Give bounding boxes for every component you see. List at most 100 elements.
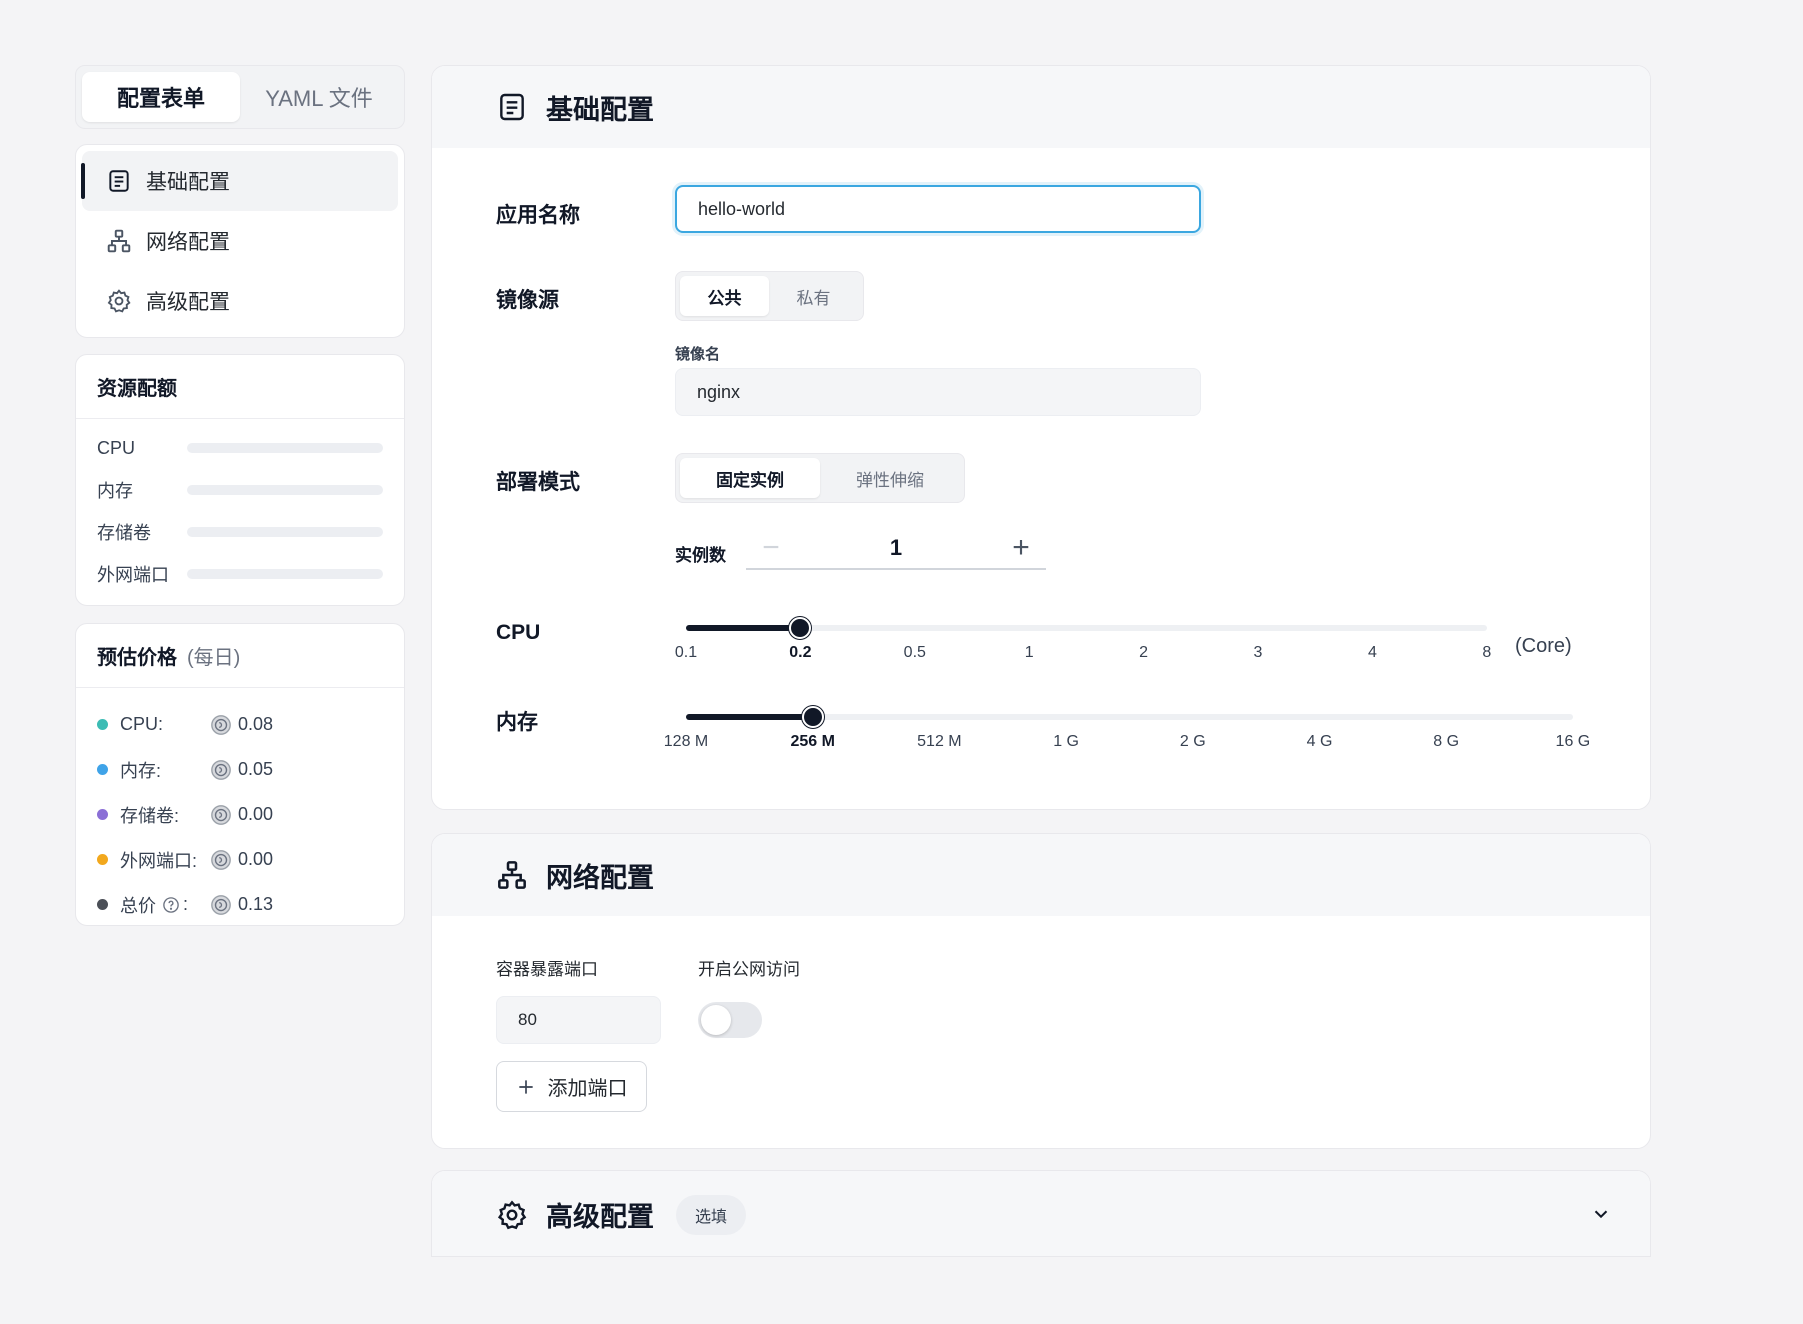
basic-config-section: 基础配置 应用名称 hello-world 镜像源 公共 私有 镜像名 ngin… [431,65,1651,810]
cpu-tick-label[interactable]: 2 [1139,644,1148,662]
quota-bar [187,485,383,495]
app-name-input[interactable]: hello-world [675,185,1201,233]
price-label: 内存: [120,760,162,781]
section-title: 基础配置 [546,94,654,125]
section-title: 高级配置 [546,1202,654,1232]
price-row-total: 总价 : 0.13 [76,882,404,927]
series-dot [97,809,108,820]
price-row-storage: 存储卷: 0.00 [76,792,404,837]
quota-row-memory: 内存 [76,469,404,511]
replicas-value[interactable]: 1 [846,528,946,568]
port-input[interactable]: 80 [496,996,661,1044]
document-icon [109,170,129,192]
add-port-button[interactable]: 添加端口 [496,1061,647,1112]
quota-bar [187,443,383,453]
replicas-label: 实例数 [675,546,726,565]
cpu-tick-label[interactable]: 8 [1482,644,1491,662]
quota-label: CPU [97,437,136,458]
slider-thumb[interactable] [789,617,812,639]
network-config-section: 网络配置 容器暴露端口 开启公网访问 80 添加端口 [431,833,1651,1149]
deploy-mode-fixed[interactable]: 固定实例 [680,458,820,498]
estimated-price-card: 预估价格 (每日) CPU: 0.08 内存: 0.05 存储卷: 0.00 外… [75,623,405,926]
slider-thumb[interactable] [801,706,824,728]
tab-config-form[interactable]: 配置表单 [82,72,240,122]
chevron-down-icon[interactable] [1590,1203,1612,1225]
memory-tick-label[interactable]: 8 G [1433,733,1459,751]
section-nav: 基础配置 网络配置 高级配置 [75,144,405,338]
nav-item-network[interactable]: 网络配置 [82,211,398,271]
image-source-private[interactable]: 私有 [769,276,858,316]
cpu-label: CPU [496,621,541,644]
cpu-tick-label[interactable]: 0.1 [675,644,697,662]
price-value: 0.05 [238,759,274,779]
network-icon [498,861,526,889]
price-subtitle: (每日) [187,647,241,669]
memory-tick-label[interactable]: 256 M [790,733,834,751]
cpu-unit: (Core) [1515,635,1572,657]
cpu-tick-label[interactable]: 1 [1025,644,1034,662]
price-value: 0.08 [238,714,274,734]
memory-tick-label[interactable]: 128 M [664,733,708,751]
public-access-label: 开启公网访问 [698,960,800,979]
memory-tick-label[interactable]: 512 M [917,733,961,751]
price-value: 0.00 [238,804,274,824]
toggle-knob [701,1005,731,1035]
section-title: 网络配置 [546,862,654,893]
memory-tick-label[interactable]: 16 G [1556,733,1591,751]
series-dot [97,899,108,910]
price-label: 外网端口: [120,850,198,871]
price-label: 存储卷: [120,805,180,826]
memory-tick-label[interactable]: 2 G [1180,733,1206,751]
price-label: 总价 [120,895,156,916]
nav-label: 高级配置 [146,291,230,314]
app-name-label: 应用名称 [496,204,580,227]
slider-fill [686,714,813,720]
slider-fill [686,625,801,631]
coin-icon [211,804,231,825]
quota-row-cpu: CPU [76,427,404,469]
price-label-suffix: : [183,894,189,914]
increment-button[interactable]: + [996,528,1046,568]
quota-label: 内存 [97,481,133,501]
coin-icon [211,759,231,780]
optional-badge: 选填 [676,1194,747,1235]
nav-item-advanced[interactable]: 高级配置 [82,271,398,331]
advanced-config-header[interactable]: 高级配置 选填 [432,1171,1650,1256]
gear-icon [497,1199,527,1229]
series-dot [97,719,108,730]
basic-config-header: 基础配置 [432,66,1650,148]
network-config-header: 网络配置 [432,834,1650,916]
quota-label: 存储卷 [97,523,151,543]
advanced-config-section[interactable]: 高级配置 选填 [431,1170,1651,1257]
port-label: 容器暴露端口 [496,960,598,979]
image-name-input[interactable]: nginx [675,368,1201,416]
coin-icon [211,894,231,915]
image-name-label: 镜像名 [675,346,721,363]
plus-icon [518,1079,533,1094]
nav-item-basic[interactable]: 基础配置 [81,151,398,211]
image-source-public[interactable]: 公共 [680,276,769,316]
price-label-total: 总价 : [120,892,210,918]
help-circle-icon[interactable] [162,896,180,914]
decrement-button[interactable]: − [746,528,796,568]
quota-bar [187,569,383,579]
memory-tick-label[interactable]: 1 G [1053,733,1079,751]
cpu-tick-label[interactable]: 0.2 [789,644,811,662]
coin-icon [211,849,231,870]
price-value: 0.00 [238,849,274,869]
price-row-port: 外网端口: 0.00 [76,837,404,882]
cpu-tick-label[interactable]: 3 [1254,644,1263,662]
cpu-tick-label[interactable]: 0.5 [904,644,926,662]
price-title-text: 预估价格 [97,647,177,669]
nav-label: 基础配置 [146,171,230,194]
price-row-memory: 内存: 0.05 [76,747,404,792]
tab-yaml-file[interactable]: YAML 文件 [240,72,398,122]
quota-row-port: 外网端口 [76,553,404,595]
deploy-mode-autoscale[interactable]: 弹性伸缩 [820,458,960,498]
cpu-tick-label[interactable]: 4 [1368,644,1377,662]
deploy-mode-toggle: 固定实例 弹性伸缩 [675,453,965,503]
public-access-toggle[interactable] [698,1002,762,1038]
quota-bar [187,527,383,537]
series-dot [97,764,108,775]
memory-tick-label[interactable]: 4 G [1307,733,1333,751]
